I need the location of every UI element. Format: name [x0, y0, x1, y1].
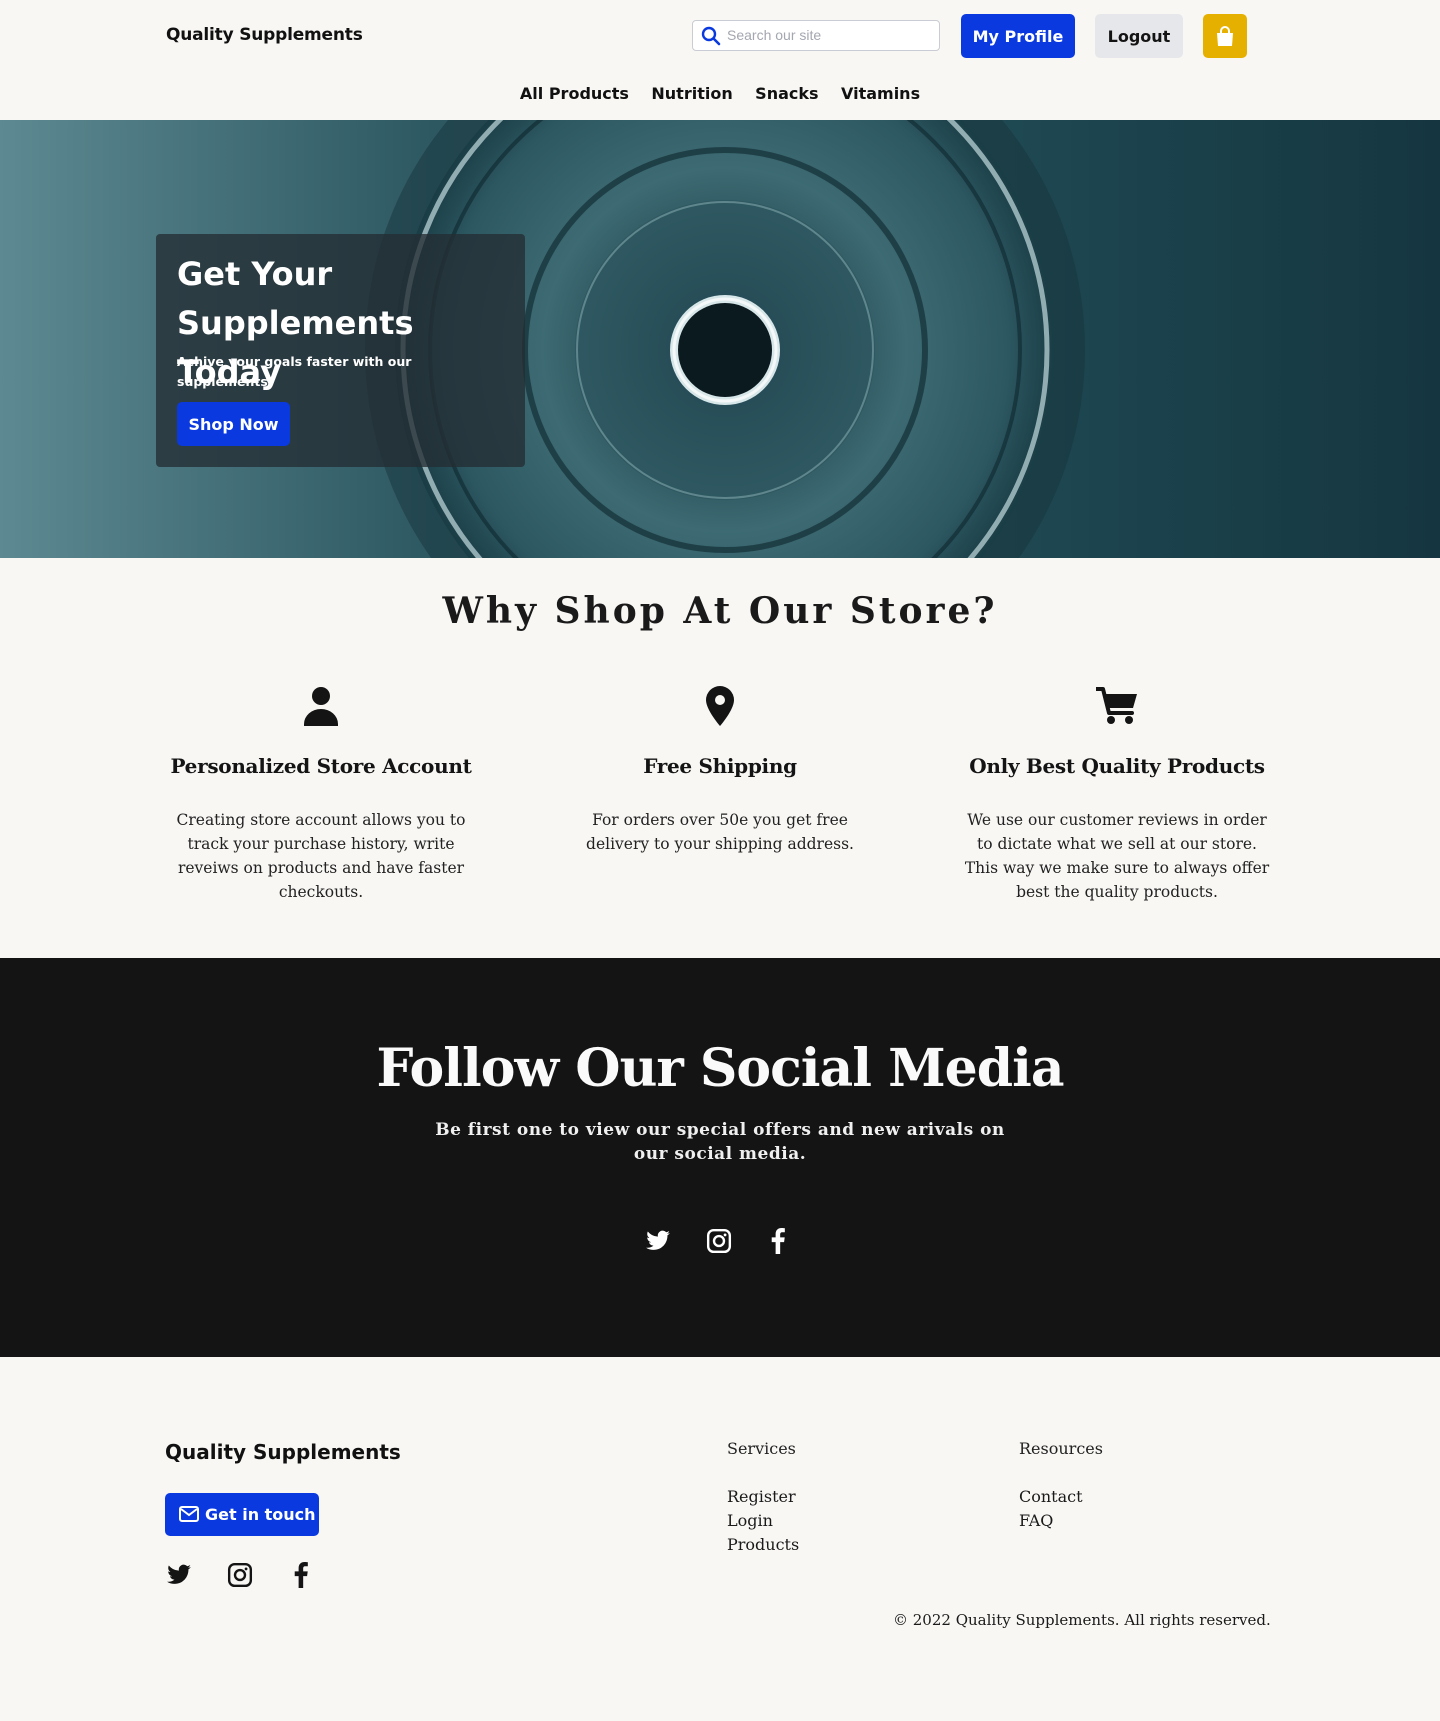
services-heading: Services — [727, 1439, 796, 1458]
search-icon — [701, 26, 721, 46]
footer-link-login[interactable]: Login — [727, 1509, 799, 1533]
brand-logo[interactable]: Quality Supplements — [166, 25, 363, 45]
footer-social-icons — [165, 1562, 325, 1590]
map-pin-icon — [706, 686, 734, 726]
social-title: Follow Our Social Media — [376, 1038, 1064, 1099]
nav-vitamins[interactable]: Vitamins — [841, 84, 920, 103]
nav-snacks[interactable]: Snacks — [755, 84, 818, 103]
feature-shipping: Free Shipping For orders over 50e you ge… — [560, 686, 880, 856]
feature-title: Free Shipping — [643, 754, 797, 778]
feature-text: Creating store account allows you to tra… — [176, 811, 466, 901]
feature-text: We use our customer reviews in order to … — [964, 811, 1270, 901]
site-header: Quality Supplements My Profile Logout Al… — [0, 0, 1440, 120]
user-icon — [304, 687, 338, 726]
cart-button[interactable] — [1203, 14, 1247, 58]
facebook-icon[interactable] — [768, 1228, 788, 1259]
hero-subtitle: Achive your goals faster with our supple… — [177, 354, 412, 389]
feature-text: For orders over 50e you get free deliver… — [586, 811, 854, 853]
feature-quality: Only Best Quality Products We use our cu… — [957, 686, 1277, 904]
instagram-icon[interactable] — [227, 1562, 253, 1593]
cart-icon — [1096, 687, 1137, 724]
logout-button[interactable]: Logout — [1095, 14, 1183, 58]
feature-title: Personalized Store Account — [170, 754, 472, 778]
social-icons — [644, 1228, 796, 1258]
nav-nutrition[interactable]: Nutrition — [651, 84, 732, 103]
instagram-icon[interactable] — [706, 1228, 732, 1259]
footer-link-register[interactable]: Register — [727, 1485, 799, 1509]
feature-title: Only Best Quality Products — [969, 754, 1265, 778]
copyright-text: © 2022 Quality Supplements. All rights r… — [893, 1611, 1271, 1629]
social-subtitle: Be first one to view our special offers … — [435, 1120, 1005, 1164]
footer-resources: Resources Contact FAQ — [1019, 1437, 1103, 1533]
footer-brand[interactable]: Quality Supplements — [165, 1440, 401, 1464]
footer-link-faq[interactable]: FAQ — [1019, 1509, 1103, 1533]
get-in-touch-button[interactable]: Get in touch — [165, 1493, 319, 1536]
why-section-title: Why Shop At Our Store? — [442, 590, 998, 632]
mail-icon — [179, 1506, 199, 1522]
my-profile-button[interactable]: My Profile — [961, 14, 1075, 58]
nav-all-products[interactable]: All Products — [520, 84, 629, 103]
shopping-bag-icon — [1217, 26, 1233, 46]
resources-heading: Resources — [1019, 1439, 1103, 1458]
main-nav: All Products Nutrition Snacks Vitamins — [0, 84, 1440, 104]
social-section: Follow Our Social Media Be first one to … — [0, 958, 1440, 1357]
feature-account: Personalized Store Account Creating stor… — [161, 686, 481, 904]
shop-now-button[interactable]: Shop Now — [177, 402, 290, 446]
hero-card: Get Your Supplements Today Achive your g… — [156, 234, 525, 467]
hero-banner: Get Your Supplements Today Achive your g… — [0, 120, 1440, 558]
twitter-icon[interactable] — [165, 1562, 193, 1593]
twitter-icon[interactable] — [644, 1228, 672, 1259]
facebook-icon[interactable] — [291, 1562, 311, 1593]
search-input[interactable] — [727, 24, 927, 46]
search-box[interactable] — [692, 20, 940, 51]
footer-link-products[interactable]: Products — [727, 1533, 799, 1557]
footer-link-contact[interactable]: Contact — [1019, 1485, 1103, 1509]
get-in-touch-label: Get in touch — [205, 1505, 316, 1524]
footer-services: Services Register Login Products — [727, 1437, 799, 1557]
